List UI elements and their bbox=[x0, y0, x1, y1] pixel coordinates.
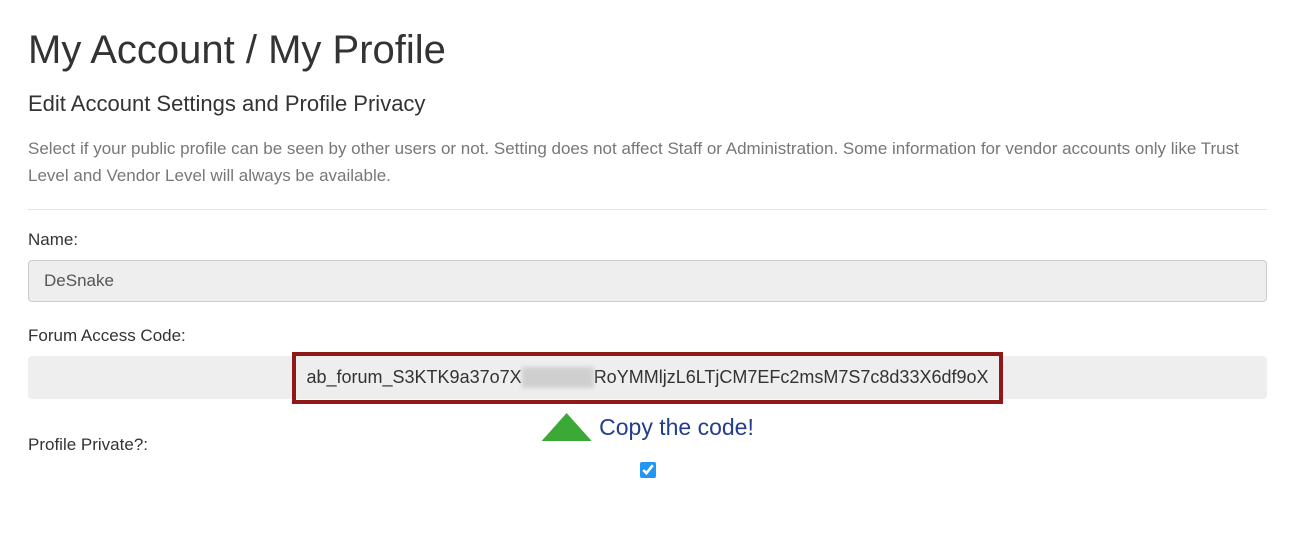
triangle-up-icon bbox=[541, 413, 591, 441]
forum-code-label: Forum Access Code: bbox=[28, 326, 1267, 346]
page-title: My Account / My Profile bbox=[28, 28, 1267, 73]
forum-code-highlight-box: ab_forum_S3KTK9a37o7XXXXXXXRoYMMljzL6LTj… bbox=[292, 352, 1002, 404]
profile-private-checkbox-wrap bbox=[640, 462, 656, 483]
name-label: Name: bbox=[28, 230, 1267, 250]
forum-code-prefix: ab_forum_S3KTK9a37o7X bbox=[306, 367, 521, 387]
page-description: Select if your public profile can be see… bbox=[28, 135, 1267, 189]
divider bbox=[28, 209, 1267, 210]
name-field-group: Name: bbox=[28, 230, 1267, 326]
name-input[interactable] bbox=[28, 260, 1267, 302]
copy-code-callout: Copy the code! bbox=[541, 413, 754, 441]
forum-code-suffix: RoYMMljzL6LTjCM7EFc2msM7S7c8d33X6df9oX bbox=[594, 367, 989, 387]
profile-private-row: Profile Private?: Copy the code! bbox=[28, 413, 1267, 477]
forum-code-field-group: Forum Access Code: ab_forum_S3KTK9a37o7X… bbox=[28, 326, 1267, 399]
page-subtitle: Edit Account Settings and Profile Privac… bbox=[28, 91, 1267, 117]
profile-private-checkbox[interactable] bbox=[640, 462, 656, 478]
forum-code-hidden-part: XXXXXX bbox=[522, 367, 594, 388]
copy-code-text: Copy the code! bbox=[599, 414, 754, 441]
forum-code-value[interactable]: ab_forum_S3KTK9a37o7XXXXXXXRoYMMljzL6LTj… bbox=[306, 367, 988, 388]
profile-private-label: Profile Private?: bbox=[28, 435, 148, 455]
forum-code-row: ab_forum_S3KTK9a37o7XXXXXXXRoYMMljzL6LTj… bbox=[28, 356, 1267, 399]
profile-settings-container: My Account / My Profile Edit Account Set… bbox=[0, 0, 1295, 497]
